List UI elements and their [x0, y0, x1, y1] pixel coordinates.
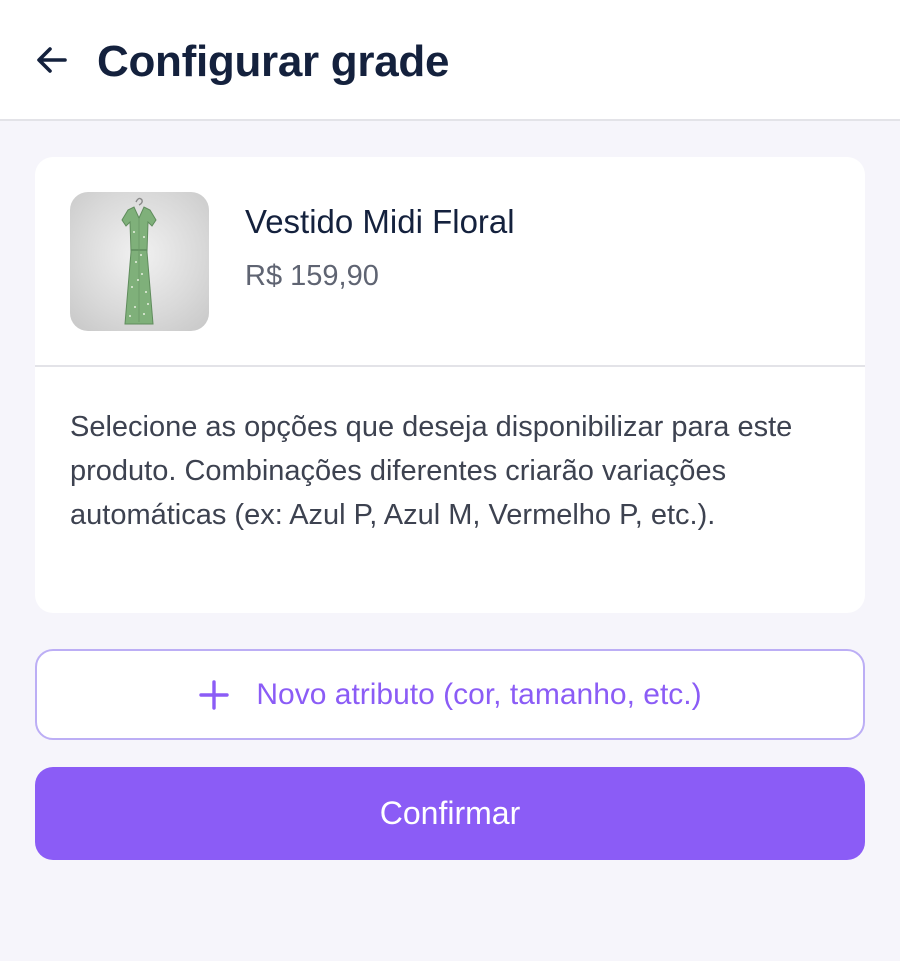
- confirm-label: Confirmar: [379, 795, 521, 831]
- dress-icon: [121, 197, 157, 325]
- product-summary: Vestido Midi Floral R$ 159,90: [35, 157, 865, 367]
- product-price: R$ 159,90: [245, 260, 379, 292]
- instructions-text: Selecione as opções que deseja disponibi…: [70, 411, 793, 531]
- product-image: [70, 192, 209, 331]
- back-button[interactable]: [28, 38, 76, 86]
- product-name: Vestido Midi Floral: [245, 203, 515, 240]
- add-attribute-button[interactable]: Novo atributo (cor, tamanho, etc.): [35, 649, 865, 740]
- app-header: Configurar grade: [0, 0, 900, 121]
- product-card: Vestido Midi Floral R$ 159,90 Selecione …: [35, 157, 865, 613]
- arrow-left-icon: [32, 40, 72, 85]
- confirm-button[interactable]: Confirmar: [35, 767, 865, 860]
- page-title: Configurar grade: [97, 37, 450, 86]
- add-attribute-label: Novo atributo (cor, tamanho, etc.): [256, 677, 702, 711]
- plus-icon: [198, 679, 230, 711]
